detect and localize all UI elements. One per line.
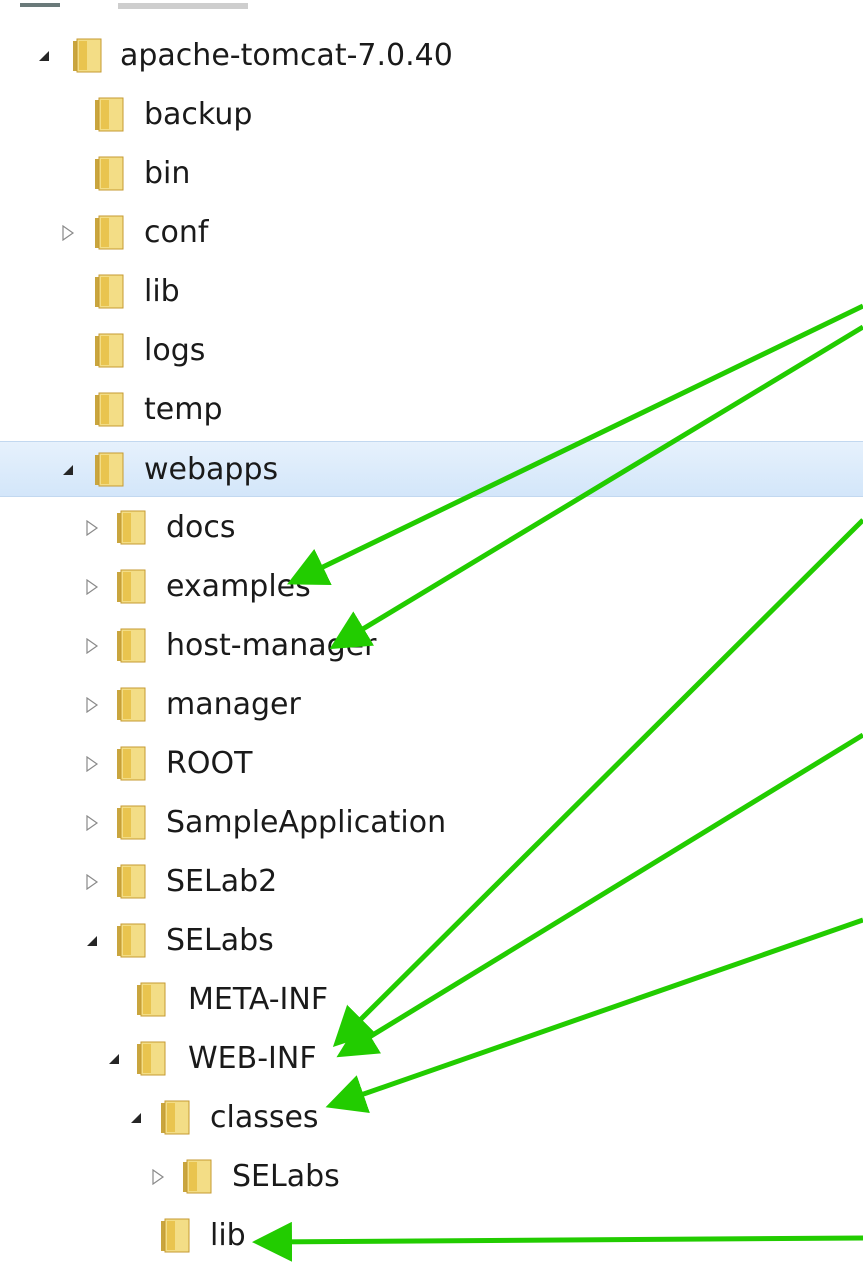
triangle-collapsed-icon[interactable] bbox=[82, 736, 102, 792]
triangle-collapsed-icon[interactable] bbox=[82, 500, 102, 556]
tree-item-meta-inf[interactable]: META-INF bbox=[0, 972, 863, 1028]
tree-item-selab2[interactable]: SELab2 bbox=[0, 854, 863, 910]
tree-item-classes[interactable]: classes bbox=[0, 1090, 863, 1146]
tree-item-label: temp bbox=[144, 392, 223, 427]
tree-item-root[interactable]: ROOT bbox=[0, 736, 863, 792]
tree-item-selabs-package[interactable]: SELabs bbox=[0, 1149, 863, 1205]
folder-icon bbox=[137, 1041, 166, 1076]
triangle-collapsed-icon[interactable] bbox=[82, 795, 102, 851]
tree-item-label: bin bbox=[144, 156, 191, 191]
tree-item-label: logs bbox=[144, 333, 206, 368]
folder-icon bbox=[95, 97, 124, 132]
partial-drive-row bbox=[0, 0, 400, 12]
tree-item-label: host-manager bbox=[166, 628, 377, 663]
triangle-expanded-icon[interactable] bbox=[126, 1090, 146, 1146]
folder-icon bbox=[95, 215, 124, 250]
tree-item-docs[interactable]: docs bbox=[0, 500, 863, 556]
folder-icon bbox=[117, 569, 146, 604]
folder-icon bbox=[117, 923, 146, 958]
triangle-collapsed-icon[interactable] bbox=[82, 559, 102, 615]
tree-item-label: SELabs bbox=[232, 1159, 340, 1194]
folder-icon bbox=[95, 333, 124, 368]
folder-icon bbox=[117, 805, 146, 840]
triangle-expanded-icon[interactable] bbox=[82, 913, 102, 969]
tree-item-examples[interactable]: examples bbox=[0, 559, 863, 615]
folder-icon bbox=[95, 274, 124, 309]
tree-item-label: META-INF bbox=[188, 982, 329, 1017]
tree-item-label: docs bbox=[166, 510, 236, 545]
tree-item-label: WEB-INF bbox=[188, 1041, 317, 1076]
tree-item-temp[interactable]: temp bbox=[0, 382, 863, 438]
folder-icon bbox=[161, 1218, 190, 1253]
triangle-collapsed-icon[interactable] bbox=[82, 677, 102, 733]
tree-item-label: lib bbox=[210, 1218, 246, 1253]
folder-icon bbox=[117, 687, 146, 722]
folder-icon bbox=[73, 38, 102, 73]
tree-item-conf[interactable]: conf bbox=[0, 205, 863, 261]
triangle-collapsed-icon[interactable] bbox=[82, 618, 102, 674]
folder-icon bbox=[161, 1100, 190, 1135]
tree-item-host-manager[interactable]: host-manager bbox=[0, 618, 863, 674]
folder-icon bbox=[117, 628, 146, 663]
folder-icon bbox=[117, 746, 146, 781]
triangle-collapsed-icon[interactable] bbox=[82, 854, 102, 910]
tree-item-label: ROOT bbox=[166, 746, 253, 781]
folder-icon bbox=[137, 982, 166, 1017]
tree-item-web-inf-lib[interactable]: lib bbox=[0, 1208, 863, 1264]
triangle-collapsed-icon[interactable] bbox=[58, 205, 78, 261]
folder-icon bbox=[95, 156, 124, 191]
tree-item-manager[interactable]: manager bbox=[0, 677, 863, 733]
tree-item-label: conf bbox=[144, 215, 209, 250]
tree-item-webapps[interactable]: webapps bbox=[0, 441, 863, 497]
tree-item-web-inf[interactable]: WEB-INF bbox=[0, 1031, 863, 1087]
folder-icon bbox=[117, 864, 146, 899]
tree-item-apache-tomcat[interactable]: apache-tomcat-7.0.40 bbox=[0, 28, 863, 84]
triangle-expanded-icon[interactable] bbox=[104, 1031, 124, 1087]
partial-drive-icon bbox=[20, 0, 248, 9]
tree-item-label: lib bbox=[144, 274, 180, 309]
tree-item-selabs[interactable]: SELabs bbox=[0, 913, 863, 969]
tree-item-label: classes bbox=[210, 1100, 319, 1135]
tree-item-label: apache-tomcat-7.0.40 bbox=[120, 38, 453, 73]
tree-item-backup[interactable]: backup bbox=[0, 87, 863, 143]
folder-icon bbox=[95, 392, 124, 427]
triangle-expanded-icon[interactable] bbox=[58, 442, 78, 498]
folder-icon bbox=[95, 452, 124, 487]
folder-icon bbox=[117, 510, 146, 545]
tree-item-lib[interactable]: lib bbox=[0, 264, 863, 320]
folder-tree: apache-tomcat-7.0.40 backup bin conf lib… bbox=[0, 0, 863, 1269]
tree-item-label: examples bbox=[166, 569, 311, 604]
tree-item-label: webapps bbox=[144, 452, 279, 487]
tree-item-label: SELab2 bbox=[166, 864, 278, 899]
tree-item-label: SampleApplication bbox=[166, 805, 447, 840]
folder-icon bbox=[183, 1159, 212, 1194]
triangle-collapsed-icon[interactable] bbox=[148, 1149, 168, 1205]
tree-item-logs[interactable]: logs bbox=[0, 323, 863, 379]
tree-item-sampleapplication[interactable]: SampleApplication bbox=[0, 795, 863, 851]
tree-item-bin[interactable]: bin bbox=[0, 146, 863, 202]
tree-item-label: manager bbox=[166, 687, 301, 722]
triangle-expanded-icon[interactable] bbox=[34, 28, 54, 84]
tree-item-label: backup bbox=[144, 97, 253, 132]
tree-item-label: SELabs bbox=[166, 923, 274, 958]
